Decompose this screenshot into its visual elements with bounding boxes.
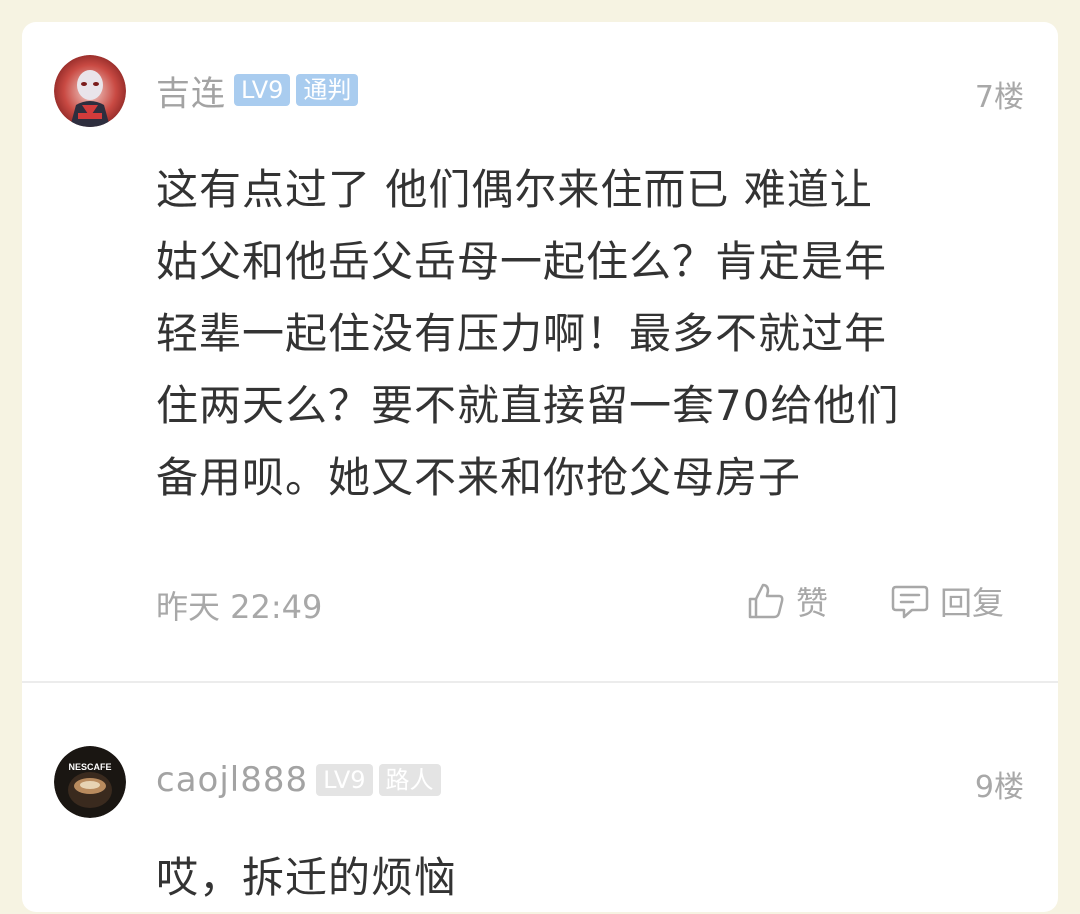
username[interactable]: 吉连 (156, 66, 226, 115)
role-badge: 通判 (296, 74, 359, 106)
like-label: 赞 (796, 584, 829, 622)
comment-line: 住两天么？要不就直接留一套70给他们 (156, 381, 900, 430)
floor-number: 9楼 (974, 770, 1024, 805)
role-badge: 路人 (378, 764, 441, 796)
comment-line: 姑父和他岳父岳母一起住么？肯定是年 (156, 237, 888, 286)
coffee-cup-avatar-icon: NESCAFE (54, 746, 126, 818)
comment-item: NESCAFE caojl888 LV9 路人 9楼 哎，拆迁的烦恼 (22, 684, 1058, 914)
comment-line: 备用呗。她又不来和你抢父母房子 (156, 453, 802, 502)
comment-header: 吉连 LV9 通判 (156, 70, 364, 114)
avatar[interactable]: NESCAFE (54, 746, 126, 818)
level-badge: LV9 (316, 764, 373, 796)
avatar[interactable] (54, 55, 126, 127)
avatar-brand-text: NESCAFE (68, 762, 111, 772)
reply-label: 回复 (940, 584, 1005, 622)
comment-footer: 昨天 22:49 赞 回复 (156, 576, 1024, 626)
level-badge: LV9 (234, 74, 291, 106)
username[interactable]: caojl888 (156, 760, 308, 800)
floor-number: 7楼 (974, 80, 1024, 115)
thumbs-up-icon (748, 583, 784, 619)
timestamp: 昨天 22:49 (156, 588, 323, 626)
comment-header: caojl888 LV9 路人 (156, 760, 447, 800)
cartoon-character-avatar-icon (54, 55, 126, 127)
comment-card: 吉连 LV9 通判 7楼 这有点过了 他们偶尔来住而已 难道让 姑父和他岳父岳母… (22, 22, 1058, 912)
divider (22, 681, 1058, 683)
comment-body: 哎，拆迁的烦恼 (156, 842, 1006, 914)
comment-line: 哎，拆迁的烦恼 (156, 853, 458, 902)
comment-bubble-icon (891, 585, 929, 619)
comment-body: 这有点过了 他们偶尔来住而已 难道让 姑父和他岳父岳母一起住么？肯定是年 轻辈一… (156, 154, 1006, 514)
like-button[interactable]: 赞 (746, 578, 828, 624)
reply-button[interactable]: 回复 (890, 578, 1004, 624)
comment-line: 轻辈一起住没有压力啊！最多不就过年 (156, 309, 888, 358)
comment-line: 这有点过了 他们偶尔来住而已 难道让 (156, 165, 873, 214)
comment-item: 吉连 LV9 通判 7楼 这有点过了 他们偶尔来住而已 难道让 姑父和他岳父岳母… (22, 22, 1058, 682)
